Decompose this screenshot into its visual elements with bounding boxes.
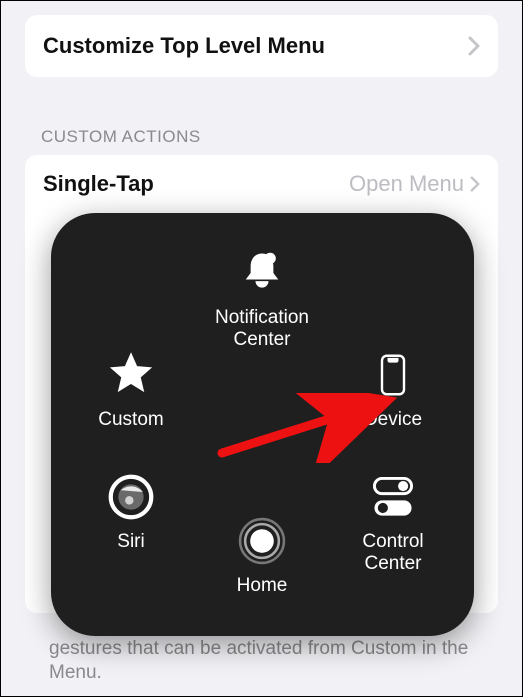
chevron-right-icon — [468, 36, 480, 56]
phone-icon — [365, 347, 421, 403]
bell-icon — [234, 245, 290, 301]
toggles-icon — [365, 469, 421, 525]
siri-icon — [103, 469, 159, 525]
customize-top-level-menu-row[interactable]: Customize Top Level Menu — [25, 15, 498, 77]
star-icon — [103, 347, 159, 403]
menu-label: Device — [364, 409, 422, 431]
menu-item-device[interactable]: Device — [333, 347, 453, 431]
menu-item-siri[interactable]: Siri — [71, 469, 191, 553]
single-tap-row[interactable]: Single-Tap Open Menu — [25, 155, 498, 213]
footer-caption: gestures that can be activated from Cust… — [49, 637, 474, 686]
menu-item-home[interactable]: Home — [202, 513, 322, 597]
settings-screen: Customize Top Level Menu CUSTOM ACTIONS … — [0, 0, 523, 697]
menu-label: Notification Center — [202, 307, 322, 351]
assistivetouch-menu: Notification Center Custom Device — [51, 213, 474, 636]
menu-label: Custom — [98, 409, 163, 431]
row-value: Open Menu — [349, 171, 480, 197]
menu-item-custom[interactable]: Custom — [71, 347, 191, 431]
row-title: Customize Top Level Menu — [43, 33, 325, 59]
menu-label: Siri — [117, 531, 144, 553]
row-value-text: Open Menu — [349, 171, 464, 197]
menu-label: Home — [237, 575, 288, 597]
row-title: Single-Tap — [43, 171, 154, 197]
menu-item-control-center[interactable]: Control Center — [333, 469, 453, 575]
menu-item-notification-center[interactable]: Notification Center — [202, 245, 322, 351]
menu-label: Control Center — [333, 531, 453, 575]
home-button-icon — [234, 513, 290, 569]
custom-actions-header: CUSTOM ACTIONS — [41, 127, 522, 147]
